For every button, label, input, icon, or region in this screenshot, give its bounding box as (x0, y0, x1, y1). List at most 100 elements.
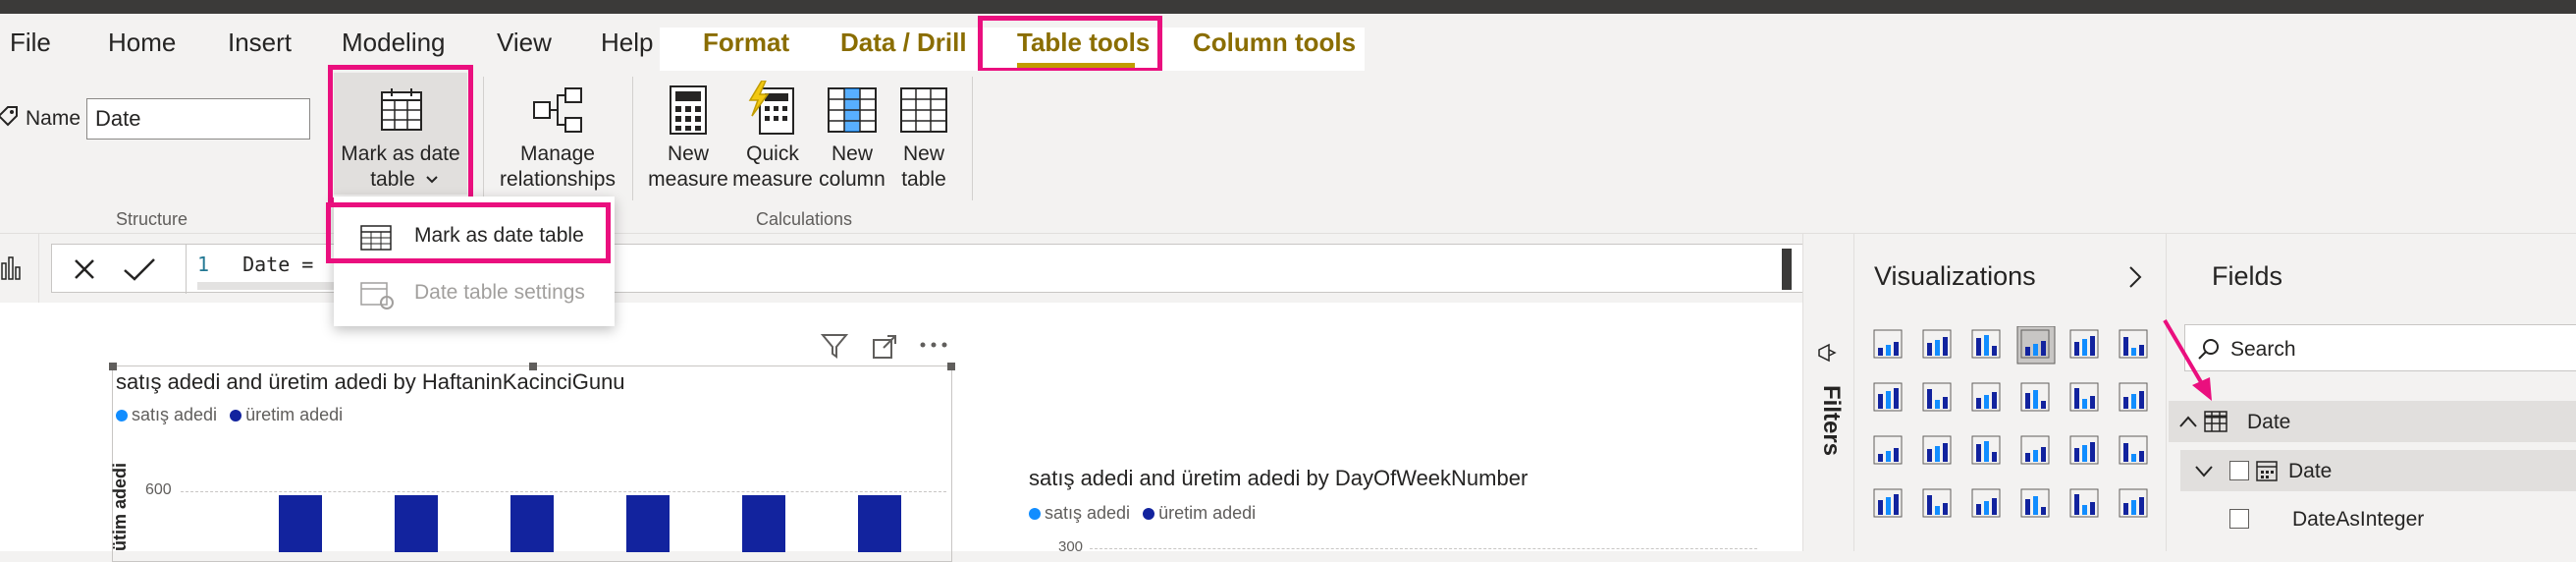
quick-measure-label-1: Quick (746, 142, 799, 165)
chevron-up-icon (2179, 416, 2197, 427)
visual-type-icon[interactable] (1922, 329, 1952, 359)
visual-type-icon[interactable] (2069, 329, 2099, 359)
filter-icon[interactable] (821, 332, 848, 360)
manage-relationships-label-2: relationships (500, 168, 616, 191)
menu-item-date-table-settings: Date table settings (334, 265, 615, 318)
visual-type-icon[interactable] (1971, 382, 2001, 412)
resize-handle[interactable] (947, 363, 955, 370)
close-icon[interactable] (72, 256, 97, 282)
formula-scrollbar[interactable] (1782, 249, 1792, 290)
chart-1-bar[interactable] (626, 495, 670, 552)
chart-1-bars (279, 495, 901, 552)
tab-insert[interactable]: Insert (228, 28, 292, 58)
visual-type-icon[interactable] (1922, 488, 1952, 518)
field-table-date[interactable]: Date (2169, 401, 2576, 442)
chart-1-bar[interactable] (510, 495, 554, 552)
ribbon-separator (632, 77, 633, 200)
chart-1-bar[interactable] (395, 495, 438, 552)
chart-1-bar[interactable] (279, 495, 322, 552)
field-date-as-integer[interactable]: DateAsInteger (2180, 499, 2576, 538)
tab-file[interactable]: File (10, 28, 51, 58)
visual-type-icon[interactable] (1971, 488, 2001, 518)
new-column-icon (828, 87, 877, 133)
filters-label: Filters (1818, 385, 1845, 457)
chart-1-ylabel: ütim adedi (110, 462, 130, 551)
chart-1-title: satış adedi and üretim adedi by Haftanin… (116, 369, 625, 394)
visual-type-icon[interactable] (2119, 435, 2148, 465)
quick-measure-button[interactable]: Quick measure (728, 73, 817, 195)
chart-2-gridline (1090, 548, 1757, 549)
fields-pane: Fields Search Date Date DateAsInteger (2163, 234, 2576, 551)
annotation-arrow (2163, 318, 2212, 401)
visual-type-icon[interactable] (2069, 382, 2099, 412)
manage-relationships-label-1: Manage (520, 142, 595, 165)
tag-icon (0, 106, 18, 127)
structure-group-label: Structure (116, 209, 188, 229)
quick-measure-label-2: measure (732, 168, 813, 191)
visual-type-icon[interactable] (1971, 329, 2001, 359)
calculator-icon (670, 85, 707, 135)
filters-pane-collapsed[interactable]: Filters (1802, 234, 1853, 551)
visual-type-icon[interactable] (2119, 382, 2148, 412)
ribbon-tabs: File Home Insert Modeling View Help Form… (0, 14, 2576, 84)
quick-measure-icon (748, 81, 794, 135)
visual-type-grid (1873, 326, 2148, 518)
name-input[interactable] (86, 98, 310, 140)
table-icon (2204, 411, 2227, 432)
visual-type-icon[interactable] (1873, 435, 1903, 465)
visual-type-icon[interactable] (2016, 326, 2056, 365)
tab-view[interactable]: View (497, 28, 552, 58)
chart-1-bar[interactable] (858, 495, 901, 552)
fields-title: Fields (2212, 261, 2283, 291)
calculations-group-label: Calculations (756, 209, 853, 229)
tab-data-drill[interactable]: Data / Drill (840, 28, 967, 58)
chevron-down-icon (2195, 466, 2213, 478)
title-bar (0, 0, 2576, 14)
tab-column-tools[interactable]: Column tools (1193, 28, 1356, 58)
fields-search-box[interactable]: Search (2184, 324, 2576, 371)
visual-type-icon[interactable] (1873, 329, 1903, 359)
visual-type-icon[interactable] (1873, 382, 1903, 412)
visual-type-icon[interactable] (2020, 435, 2050, 465)
chart-1-bar[interactable] (742, 495, 785, 552)
visual-type-icon[interactable] (1971, 435, 2001, 465)
visual-type-icon[interactable] (2020, 382, 2050, 412)
legend-entry-1: satış adedi (1045, 503, 1131, 523)
visual-type-icon[interactable] (2119, 488, 2148, 518)
focus-mode-icon[interactable] (872, 334, 897, 360)
more-options-icon[interactable] (919, 340, 948, 350)
field-checkbox[interactable] (2229, 509, 2249, 529)
field-table-name: Date (2247, 411, 2291, 433)
legend-swatch-1 (1029, 508, 1041, 521)
chevron-right-icon[interactable] (2127, 265, 2143, 289)
tab-format[interactable]: Format (703, 28, 789, 58)
visual-type-icon[interactable] (2119, 329, 2148, 359)
chart-2-title: satış adedi and üretim adedi by DayOfWee… (1029, 466, 1529, 490)
legend-entry-1: satış adedi (132, 405, 218, 424)
formula-divider (186, 245, 187, 294)
new-measure-button[interactable]: New measure (644, 73, 732, 195)
report-view-icon[interactable] (0, 253, 22, 281)
tab-modeling[interactable]: Modeling (342, 28, 446, 58)
fields-search-placeholder: Search (2230, 338, 2296, 361)
legend-entry-2: üretim adedi (245, 405, 344, 424)
field-checkbox[interactable] (2229, 461, 2249, 480)
visual-type-icon[interactable] (1873, 488, 1903, 518)
relationships-icon (533, 87, 582, 133)
highlight-mark-as-date-menu-item (326, 202, 611, 263)
tab-help[interactable]: Help (601, 28, 653, 58)
visual-type-icon[interactable] (1922, 382, 1952, 412)
visual-type-icon[interactable] (2069, 435, 2099, 465)
field-hierarchy-date[interactable]: Date (2180, 450, 2576, 491)
manage-relationships-button[interactable]: Manage relationships (489, 73, 626, 195)
visual-type-icon[interactable] (1922, 435, 1952, 465)
highlight-table-tools (978, 16, 1162, 73)
legend-swatch-2 (230, 410, 242, 422)
formula-line-number: 1 (197, 253, 210, 276)
checkmark-icon[interactable] (123, 256, 156, 282)
tab-home[interactable]: Home (108, 28, 176, 58)
visual-type-icon[interactable] (2069, 488, 2099, 518)
field-hierarchy-name: Date (2288, 460, 2333, 482)
new-table-button[interactable]: New table (884, 73, 964, 195)
visual-type-icon[interactable] (2020, 488, 2050, 518)
